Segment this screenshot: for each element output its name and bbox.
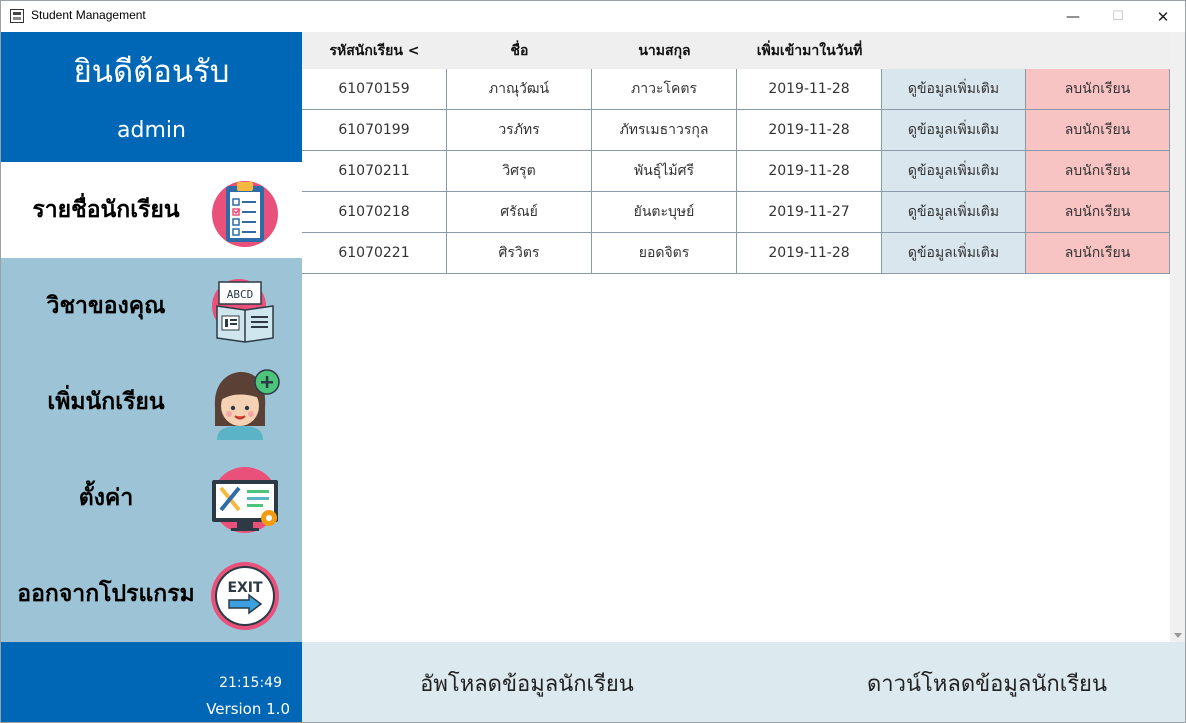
cell-date-added: 2019-11-28: [737, 151, 882, 192]
view-details-button[interactable]: ดูข้อมูลเพิ่มเติม: [882, 233, 1026, 274]
column-header-student-id[interactable]: รหัสนักเรียน <: [302, 32, 447, 69]
delete-student-button[interactable]: ลบนักเรียน: [1026, 69, 1170, 110]
delete-student-button[interactable]: ลบนักเรียน: [1026, 192, 1170, 233]
sidebar-item-subjects[interactable]: วิชาของคุณ ABCD: [1, 258, 302, 354]
upload-students-button[interactable]: อัพโหลดข้อมูลนักเรียน: [362, 642, 692, 722]
cell-first-name: ศรัณย์: [447, 192, 592, 233]
download-students-button[interactable]: ดาวน์โหลดข้อมูลนักเรียน: [822, 642, 1152, 722]
sidebar-item-add-student[interactable]: เพิ่มนักเรียน: [1, 354, 302, 450]
cell-last-name: ยอดจิตร: [592, 233, 737, 274]
column-header-date-added[interactable]: เพิ่มเข้ามาในวันที่: [737, 32, 882, 69]
cell-date-added: 2019-11-28: [737, 110, 882, 151]
cell-student-id: 61070221: [302, 233, 447, 274]
vertical-scrollbar[interactable]: [1170, 32, 1185, 642]
cell-date-added: 2019-11-28: [737, 233, 882, 274]
cell-date-added: 2019-11-28: [737, 69, 882, 110]
cell-first-name: วรภัทร: [447, 110, 592, 151]
cell-last-name: ภาวะโคตร: [592, 69, 737, 110]
cell-last-name: ภัทรเมธาวรกุล: [592, 110, 737, 151]
cell-first-name: ศิรวิตร: [447, 233, 592, 274]
cell-student-id: 61070159: [302, 69, 447, 110]
sidebar: ยินดีต้อนรับ admin รายชื่อนักเรียน วิชาข…: [1, 32, 302, 722]
column-header-view: [882, 32, 1026, 69]
version-text: Version 1.0: [206, 700, 290, 718]
scroll-down-arrow-icon[interactable]: [1174, 633, 1182, 638]
sidebar-item-exit[interactable]: ออกจากโปรแกรม EXIT: [1, 546, 302, 642]
username-text: admin: [117, 118, 186, 143]
view-details-button[interactable]: ดูข้อมูลเพิ่มเติม: [882, 110, 1026, 151]
table-row: 61070221 ศิรวิตร ยอดจิตร 2019-11-28 ดูข้…: [302, 233, 1170, 274]
cell-date-added: 2019-11-27: [737, 192, 882, 233]
maximize-button[interactable]: ☐: [1095, 1, 1141, 32]
sidebar-item-label: วิชาของคุณ: [46, 293, 166, 319]
close-button[interactable]: ✕: [1140, 1, 1185, 32]
cell-student-id: 61070218: [302, 192, 447, 233]
bottom-action-bar: อัพโหลดข้อมูลนักเรียน ดาวน์โหลดข้อมูลนัก…: [302, 642, 1185, 722]
sidebar-item-label: ออกจากโปรแกรม: [17, 581, 195, 607]
sidebar-footer: 21:15:49 Version 1.0: [1, 642, 302, 722]
sidebar-item-settings[interactable]: ตั้งค่า: [1, 450, 302, 546]
student-table: รหัสนักเรียน < ชื่อ นามสกุล เพิ่มเข้ามาใ…: [302, 32, 1170, 642]
app-window: Student Management — ☐ ✕ ยินดีต้อนรับ ad…: [0, 0, 1186, 723]
view-details-button[interactable]: ดูข้อมูลเพิ่มเติม: [882, 192, 1026, 233]
cell-last-name: พันธุ์ไม้ศรี: [592, 151, 737, 192]
clipboard-checklist-icon: [212, 181, 278, 247]
view-details-button[interactable]: ดูข้อมูลเพิ่มเติม: [882, 69, 1026, 110]
clock-text: 21:15:49: [219, 675, 282, 691]
sidebar-item-student-list[interactable]: รายชื่อนักเรียน: [1, 162, 302, 258]
window-title: Student Management: [31, 8, 146, 22]
cell-first-name: ภาณุวัฒน์: [447, 69, 592, 110]
add-student-avatar-icon: [214, 369, 280, 440]
table-row: 61070211 วิศรุต พันธุ์ไม้ศรี 2019-11-28 …: [302, 151, 1170, 192]
delete-student-button[interactable]: ลบนักเรียน: [1026, 110, 1170, 151]
column-header-delete: [1026, 32, 1170, 69]
delete-student-button[interactable]: ลบนักเรียน: [1026, 233, 1170, 274]
table-row: 61070199 วรภัทร ภัทรเมธาวรกุล 2019-11-28…: [302, 110, 1170, 151]
minimize-button[interactable]: —: [1050, 1, 1096, 32]
title-bar: Student Management — ☐ ✕: [1, 1, 1185, 32]
column-header-first-name[interactable]: ชื่อ: [447, 32, 592, 69]
svg-text:EXIT: EXIT: [227, 580, 263, 596]
sidebar-item-label: เพิ่มนักเรียน: [47, 389, 165, 415]
svg-text:ABCD: ABCD: [227, 288, 254, 301]
open-book-abcd-icon: ABCD: [212, 279, 274, 343]
app-icon: [10, 9, 24, 23]
table-row: 61070218 ศรัณย์ ยันตะบุษย์ 2019-11-27 ดู…: [302, 192, 1170, 233]
exit-sign-icon: EXIT: [211, 562, 279, 630]
cell-student-id: 61070211: [302, 151, 447, 192]
sidebar-item-label: ตั้งค่า: [78, 485, 134, 511]
sidebar-header: ยินดีต้อนรับ admin: [1, 32, 302, 162]
cell-first-name: วิศรุต: [447, 151, 592, 192]
table-row: 61070159 ภาณุวัฒน์ ภาวะโคตร 2019-11-28 ด…: [302, 69, 1170, 110]
cell-student-id: 61070199: [302, 110, 447, 151]
welcome-text: ยินดีต้อนรับ: [73, 54, 230, 90]
settings-monitor-tools-icon: [212, 467, 278, 533]
delete-student-button[interactable]: ลบนักเรียน: [1026, 151, 1170, 192]
column-header-last-name[interactable]: นามสกุล: [592, 32, 737, 69]
cell-last-name: ยันตะบุษย์: [592, 192, 737, 233]
view-details-button[interactable]: ดูข้อมูลเพิ่มเติม: [882, 151, 1026, 192]
sidebar-item-label: รายชื่อนักเรียน: [32, 197, 180, 223]
table-header: รหัสนักเรียน < ชื่อ นามสกุล เพิ่มเข้ามาใ…: [302, 32, 1170, 69]
